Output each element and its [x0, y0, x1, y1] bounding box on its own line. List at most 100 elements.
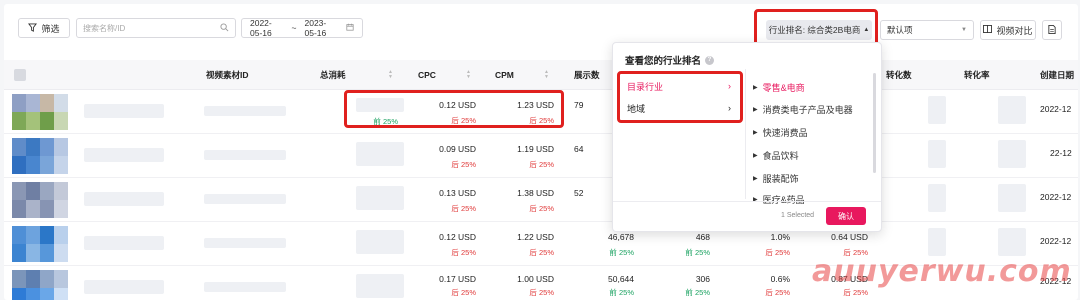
video-name-blur [84, 236, 164, 250]
cpm-value: 1.19 USD [517, 144, 554, 154]
search-icon [220, 22, 229, 34]
caret-right-icon: ▶ [753, 153, 758, 159]
sub-apparel[interactable]: ▶ 服装配饰 [753, 172, 799, 185]
header-conversion-rate[interactable]: 转化率 [964, 60, 990, 90]
video-name-blur [84, 280, 164, 294]
header-total-cost-sort[interactable]: ▲ ▼ [388, 60, 393, 90]
table-row[interactable]: 0.13 USD 后 25% 1.38 USD 后 25% 52 2022-12 [4, 178, 1078, 222]
impressions-value: 50,644 [608, 274, 634, 284]
video-thumbnail[interactable] [12, 226, 68, 262]
industry-rank-button[interactable]: 行业排名: 综合类2B电商 ▲ [766, 20, 872, 40]
cost-pct: 前 25% [373, 117, 398, 126]
help-icon[interactable]: ? [705, 55, 715, 65]
total-cost-blur [356, 98, 404, 112]
divider [745, 69, 746, 199]
cpm-pct: 后 25% [529, 288, 554, 297]
video-id-blur [204, 150, 286, 160]
video-id-blur [204, 282, 286, 292]
header-create-date[interactable]: 创建日期 [1040, 60, 1074, 90]
cpc-pct: 后 25% [451, 160, 476, 169]
export-icon [1048, 24, 1056, 36]
selected-count: 1 Selected [781, 212, 815, 219]
cpc-value: 0.12 USD [439, 232, 476, 242]
impressions-pct: 前 25% [609, 288, 634, 297]
conversion-cost-value: 0.64 USD [831, 232, 868, 242]
export-button[interactable] [1042, 20, 1062, 40]
sub-food-beverage[interactable]: ▶ 食品饮料 [753, 149, 799, 162]
header-cpm[interactable]: CPM [495, 60, 514, 90]
header-cpc[interactable]: CPC [418, 60, 436, 90]
blur-cell [998, 96, 1026, 124]
sub-fmcg[interactable]: ▶ 快速消费品 [753, 126, 808, 139]
table-row[interactable]: 0.09 USD 后 25% 1.19 USD 后 25% 64 22-12 [4, 134, 1078, 178]
rate-pct: 后 25% [765, 288, 790, 297]
video-thumbnail[interactable] [12, 270, 68, 300]
total-cost-blur [356, 186, 404, 210]
caret-right-icon: ▶ [753, 130, 758, 136]
clicks-pct: 前 25% [685, 248, 710, 257]
video-id-blur [204, 106, 286, 116]
default-select[interactable]: 默认项 ▼ [880, 20, 974, 40]
video-name-blur [84, 104, 164, 118]
header-impressions[interactable]: 展示数 [574, 60, 600, 90]
chevron-right-icon: › [728, 103, 731, 113]
video-thumbnail[interactable] [12, 94, 68, 130]
cpm-pct: 后 25% [529, 248, 554, 257]
industry-rank-label: 行业排名: 综合类2B电商 [768, 25, 861, 35]
table-row[interactable]: 前 25% 0.12 USD 后 25% 1.23 USD 后 25% 79 2… [4, 90, 1078, 134]
impressions-pct: 前 25% [609, 248, 634, 257]
sort-icon: ▲ ▼ [544, 69, 549, 80]
blur-cell [998, 140, 1026, 168]
blur-cell [928, 96, 946, 124]
total-cost-blur [356, 230, 404, 254]
sub-retail-ecommerce[interactable]: ▶ 零售&电商 [753, 81, 805, 94]
header-total-cost[interactable]: 总消耗 [320, 60, 346, 90]
video-thumbnail[interactable] [12, 182, 68, 218]
main-panel: 筛选 搜索名称/ID 2022-05-16 ~ 2023-05-16 行业排名:… [4, 4, 1078, 300]
blur-cell [998, 184, 1026, 212]
date-separator: ~ [291, 23, 297, 33]
sort-icon: ▲ ▼ [466, 69, 471, 80]
date-range-picker[interactable]: 2022-05-16 ~ 2023-05-16 [241, 18, 363, 38]
category-catalog[interactable]: 目录行业 › [619, 75, 739, 97]
header-cpc-sort[interactable]: ▲ ▼ [466, 60, 471, 90]
header-cpm-sort[interactable]: ▲ ▼ [544, 60, 549, 90]
video-id-blur [204, 194, 286, 204]
video-name-blur [84, 148, 164, 162]
impressions-value: 79 [574, 100, 584, 110]
popup-title: 查看您的行业排名 ? [625, 53, 715, 67]
confirm-button[interactable]: 确认 [826, 207, 866, 225]
search-placeholder: 搜索名称/ID [83, 23, 126, 33]
create-date: 2022-12 [1040, 192, 1072, 202]
impressions-value: 64 [574, 144, 584, 154]
sub-consumer-electronics[interactable]: ▶ 消费类电子产品及电器 [753, 103, 853, 116]
category-region[interactable]: 地域 › [619, 97, 739, 119]
video-thumbnail[interactable] [12, 138, 68, 174]
impressions-value: 52 [574, 188, 584, 198]
video-id-blur [204, 238, 286, 248]
chevron-down-icon: ▼ [961, 27, 967, 33]
rate-pct: 后 25% [765, 248, 790, 257]
table-header: 视频素材ID 总消耗 ▲ ▼ CPC ▲ ▼ CPM ▲ ▼ 展示数 转化数 转化率 … [4, 60, 1078, 90]
calendar-icon [346, 23, 354, 33]
cpc-value: 0.09 USD [439, 144, 476, 154]
cpm-pct: 后 25% [529, 116, 554, 125]
cpc-value: 0.12 USD [439, 100, 476, 110]
header-conversions[interactable]: 转化数 [886, 60, 912, 90]
filter-button[interactable]: 筛选 [18, 18, 70, 38]
blur-cell [928, 140, 946, 168]
search-input[interactable]: 搜索名称/ID [76, 18, 236, 38]
blur-cell [998, 228, 1026, 256]
date-end: 2023-05-16 [304, 18, 327, 38]
select-all-checkbox[interactable] [14, 69, 26, 81]
compare-icon [983, 25, 993, 35]
popup-scrollbar[interactable] [873, 73, 876, 173]
watermark: auuyerwu.com [812, 254, 1072, 289]
sub-medical[interactable]: ▶ 医疗&药品 [753, 193, 805, 206]
cpm-value: 1.00 USD [517, 274, 554, 284]
video-compare-button[interactable]: 视频对比 [980, 20, 1036, 40]
total-cost-blur [356, 142, 404, 166]
cpc-pct: 后 25% [451, 116, 476, 125]
cpc-pct: 后 25% [451, 288, 476, 297]
caret-right-icon: ▶ [753, 107, 758, 113]
